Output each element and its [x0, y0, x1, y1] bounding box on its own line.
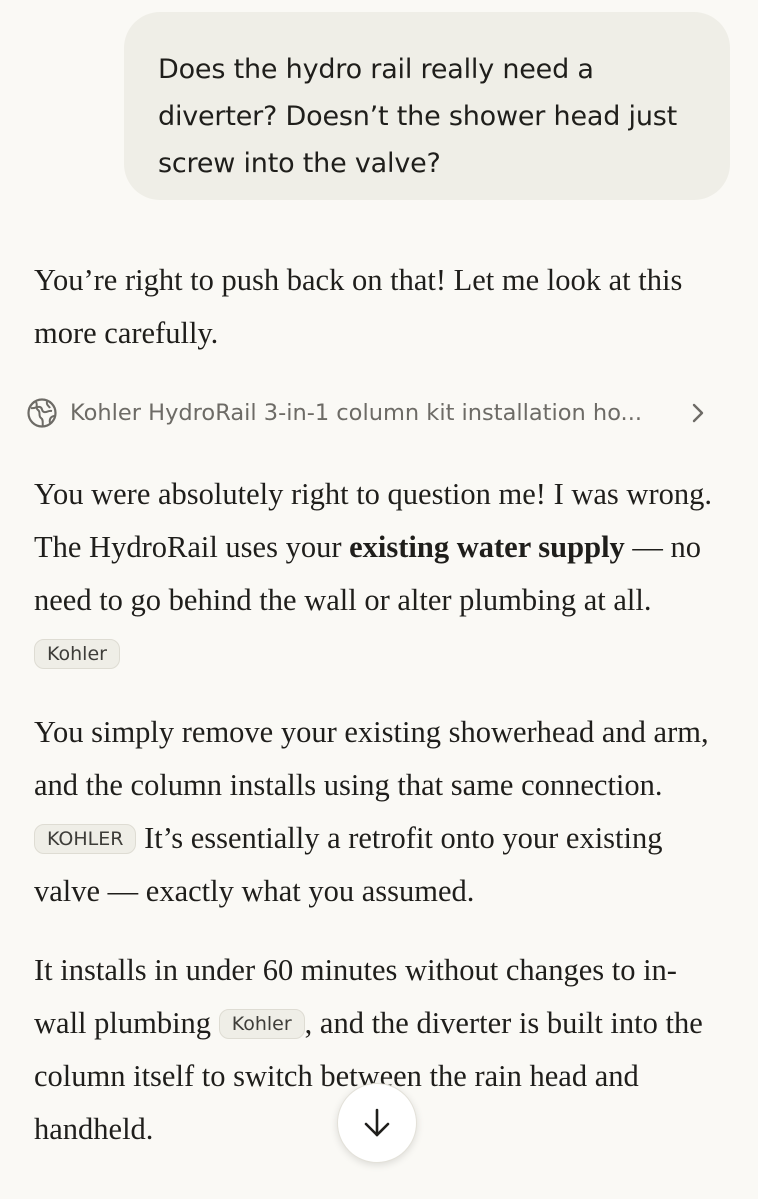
- assistant-intro-text: You’re right to push back on that! Let m…: [34, 263, 683, 350]
- paragraph-1-bold: existing water supply: [349, 530, 625, 564]
- globe-icon: [27, 398, 57, 428]
- user-message-bubble: Does the hydro rail really need a divert…: [124, 12, 730, 200]
- scroll-to-bottom-button[interactable]: [337, 1083, 417, 1163]
- citation-chip-kohler[interactable]: Kohler: [34, 639, 120, 669]
- response-paragraph-2: You simply remove your existing showerhe…: [34, 706, 724, 918]
- user-message-text: Does the hydro rail really need a divert…: [158, 54, 678, 179]
- chat-view: Does the hydro rail really need a divert…: [0, 0, 758, 1199]
- citation-chip-kohler-2[interactable]: Kohler: [218, 1009, 305, 1039]
- search-source-row[interactable]: Kohler HydroRail 3-in-1 column kit insta…: [26, 386, 724, 440]
- source-label: Kohler HydroRail 3-in-1 column kit insta…: [70, 399, 643, 426]
- arrow-down-icon: [364, 1108, 390, 1137]
- assistant-response: You’re right to push back on that! Let m…: [27, 254, 724, 1182]
- response-paragraph-1: You were absolutely right to question me…: [34, 468, 724, 680]
- paragraph-2-text-a: You simply remove your existing showerhe…: [34, 715, 709, 802]
- citation-chip-kohler-caps[interactable]: KOHLER: [34, 824, 137, 854]
- chevron-right-icon: [692, 403, 704, 423]
